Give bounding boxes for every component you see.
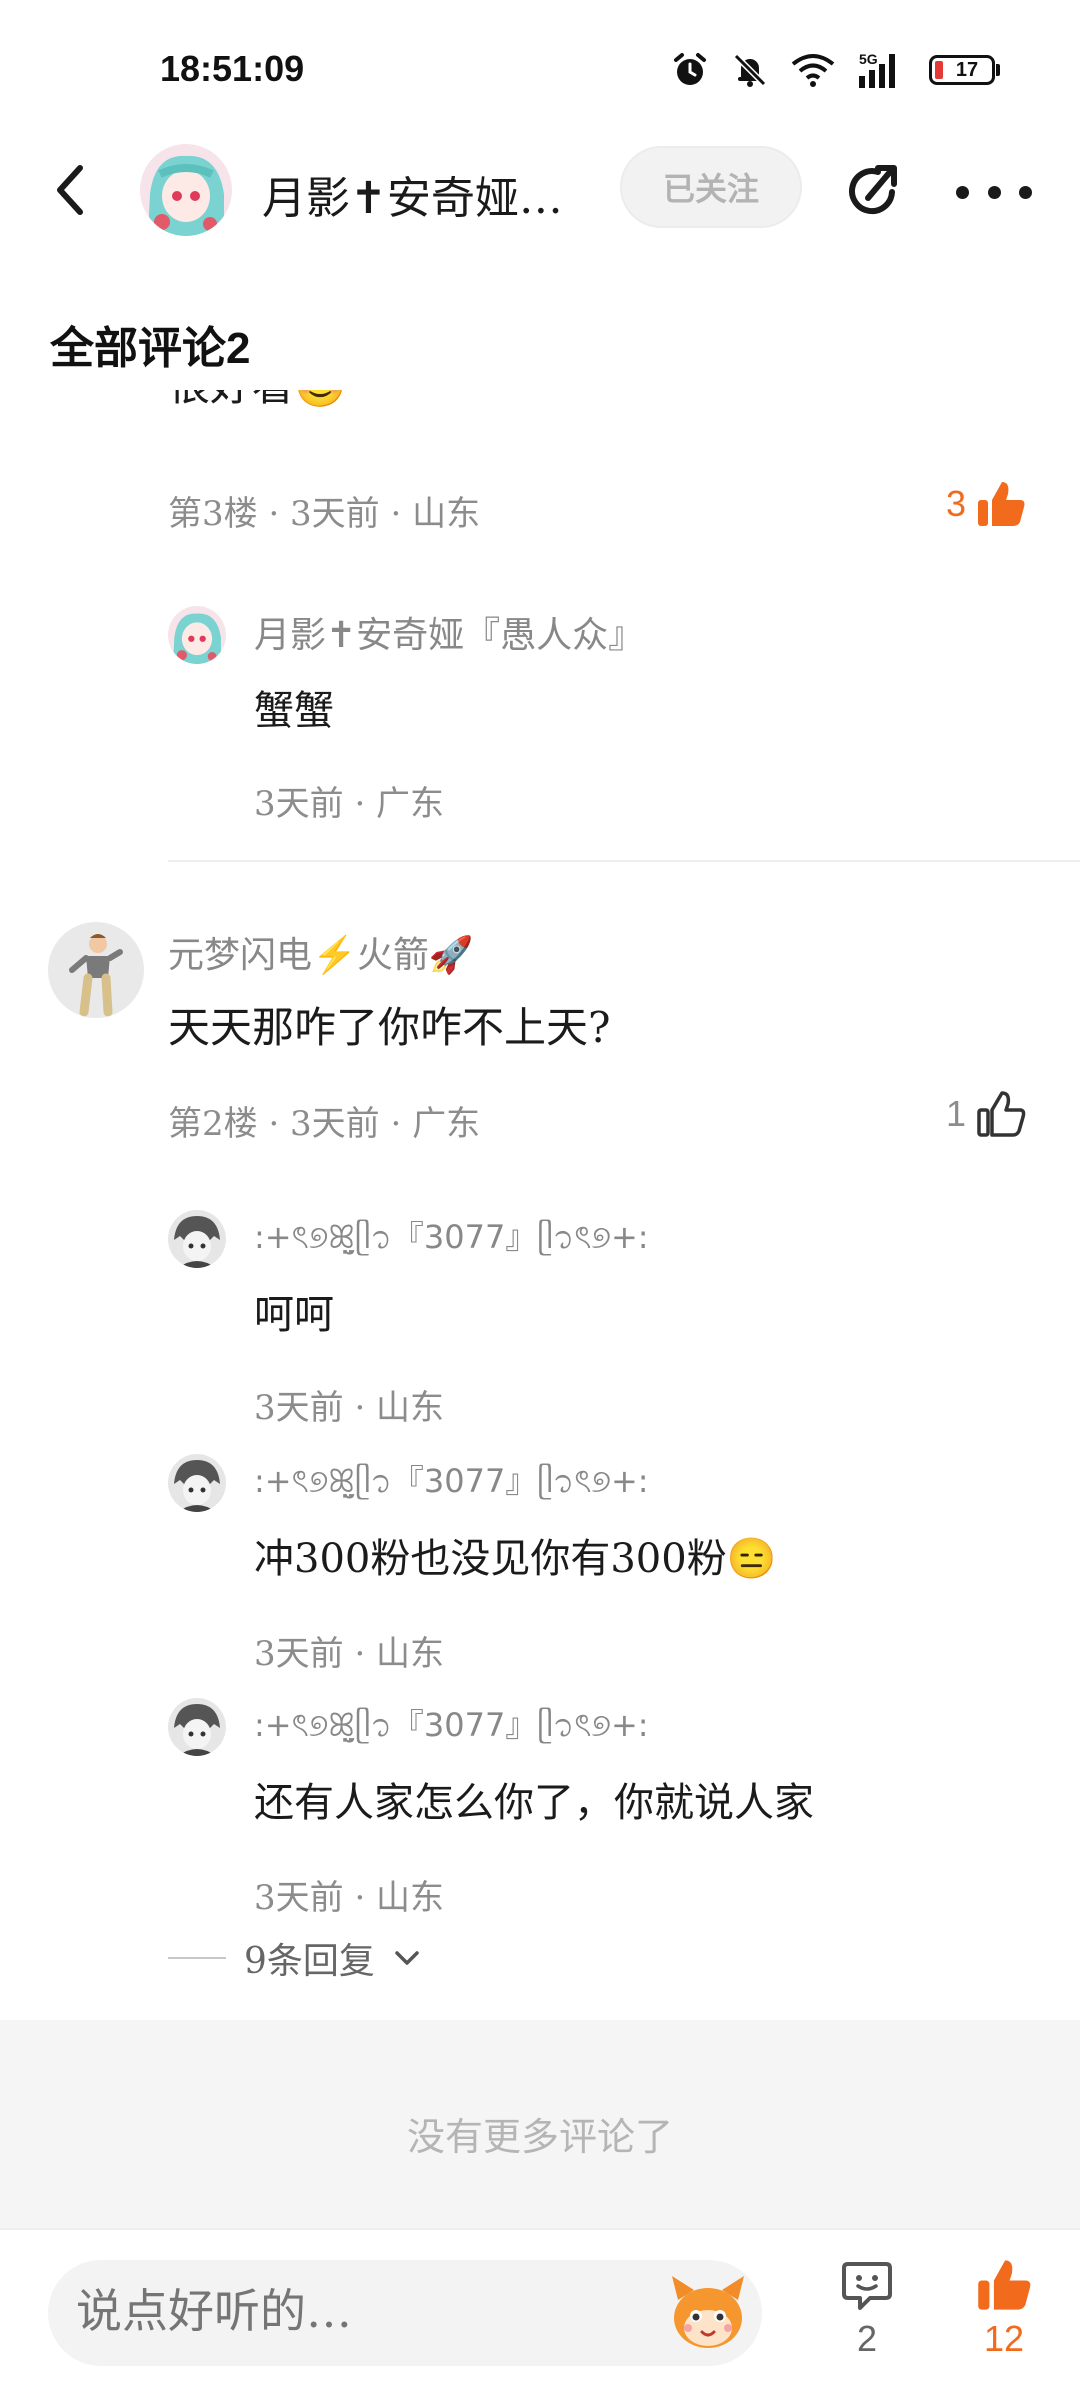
post-header: 月影✝安奇娅… 已关注 [0, 140, 1080, 236]
comment-input-box[interactable] [48, 2260, 762, 2366]
thumbs-up-outline-icon [977, 1091, 1026, 1137]
thumbs-up-filled-icon [978, 482, 1025, 526]
commenter-avatar[interactable] [48, 922, 144, 1018]
back-arrow-icon [57, 165, 83, 215]
reply-avatar[interactable] [168, 1454, 226, 1512]
share-icon [849, 165, 897, 215]
more-dot-icon [956, 185, 969, 199]
reply-meta: 3天前 · 山东 [254, 1388, 445, 1428]
expand-line [168, 1957, 226, 1959]
comment-count: 2 [856, 2318, 878, 2359]
status-bar: 18:51:09 5G 17 [0, 0, 1080, 140]
like-count: 3 [945, 483, 966, 524]
author-avatar[interactable] [140, 144, 232, 236]
alarm-icon [674, 53, 706, 85]
reply-text: 冲300粉也没见你有300粉😑 [254, 1536, 777, 1582]
more-options-button[interactable] [956, 162, 1032, 222]
bottom-action-bar: 2 12 [0, 2228, 1080, 2400]
like-count: 1 [945, 1093, 966, 1134]
more-replies-label: 9条回复 [244, 1941, 375, 1982]
comment-bubble-icon [842, 2262, 892, 2310]
battery-level: 17 [955, 59, 979, 81]
reply-author-name[interactable]: :+ৎ୭ꕤ̤̮ᥫ᭡『3077』ᥫ᭡ৎ୭+: [254, 1212, 649, 1272]
reply-avatar[interactable] [168, 606, 226, 664]
share-button[interactable] [842, 158, 908, 224]
reply-avatar[interactable] [168, 1210, 226, 1268]
mute-icon [733, 53, 767, 87]
comment-text: 很好看😊 [168, 390, 346, 413]
comment-list[interactable]: 很好看😊 第3楼 · 3天前 · 山东 3 月影✝安奇娅『愚人众』 蟹蟹 3天前… [0, 390, 1080, 2020]
reply-meta: 3天前 · 山东 [254, 1634, 445, 1674]
list-end-area: 没有更多评论了 [0, 2020, 1080, 2228]
reply-text: 呵呵 [254, 1292, 334, 1338]
reply-author-name[interactable]: 月影✝安奇娅『愚人众』 [254, 606, 644, 658]
author-name[interactable]: 月影✝安奇娅… [262, 162, 563, 226]
reply-author-name[interactable]: :+ৎ୭ꕤ̤̮ᥫ᭡『3077』ᥫ᭡ৎ୭+: [254, 1700, 649, 1760]
comments-button[interactable]: 2 [840, 2258, 894, 2360]
more-dot-icon [1019, 185, 1032, 199]
comment-meta: 第2楼 · 3天前 · 广东 [168, 1104, 481, 1144]
comment-meta: 第3楼 · 3天前 · 山东 [168, 494, 481, 534]
reply-avatar[interactable] [168, 1698, 226, 1756]
comments-section-title: 全部评论2 [50, 324, 251, 373]
reply-author-name[interactable]: :+ৎ୭ꕤ̤̮ᥫ᭡『3077』ᥫ᭡ৎ୭+: [254, 1456, 649, 1516]
expand-replies-button[interactable]: 9条回复 [168, 1932, 421, 1984]
comment-text: 天天那咋了你咋不上天? [168, 1003, 611, 1052]
commenter-name[interactable]: 元梦闪电⚡火箭🚀 [168, 926, 474, 978]
status-time: 18:51:09 [160, 48, 305, 89]
battery-icon: 17 [929, 55, 1000, 85]
mascot-emoji-icon[interactable] [664, 2270, 752, 2358]
comment-input[interactable] [76, 2284, 636, 2338]
reply-text: 还有人家怎么你了，你就说人家 [254, 1780, 814, 1826]
reply-meta: 3天前 · 广东 [254, 784, 445, 824]
status-icons: 5G 17 [671, 50, 1000, 90]
comment-divider [168, 860, 1080, 862]
follow-button[interactable]: 已关注 [620, 146, 802, 228]
like-button[interactable]: 1 [946, 1090, 1026, 1138]
post-like-button[interactable]: 12 [976, 2258, 1032, 2360]
no-more-comments-label: 没有更多评论了 [406, 2115, 673, 2159]
like-button[interactable]: 3 [946, 480, 1026, 528]
more-dot-icon [987, 185, 1001, 199]
thumbs-up-filled-icon [978, 2260, 1031, 2310]
svg-text:5G: 5G [859, 51, 878, 67]
signal-5g-icon: 5G [859, 51, 895, 88]
reply-meta: 3天前 · 山东 [254, 1878, 445, 1918]
back-button[interactable] [40, 160, 100, 220]
wifi-icon [791, 54, 835, 87]
post-like-count: 12 [983, 2318, 1025, 2359]
reply-text: 蟹蟹 [254, 688, 334, 734]
chevron-down-icon [395, 1951, 419, 1965]
